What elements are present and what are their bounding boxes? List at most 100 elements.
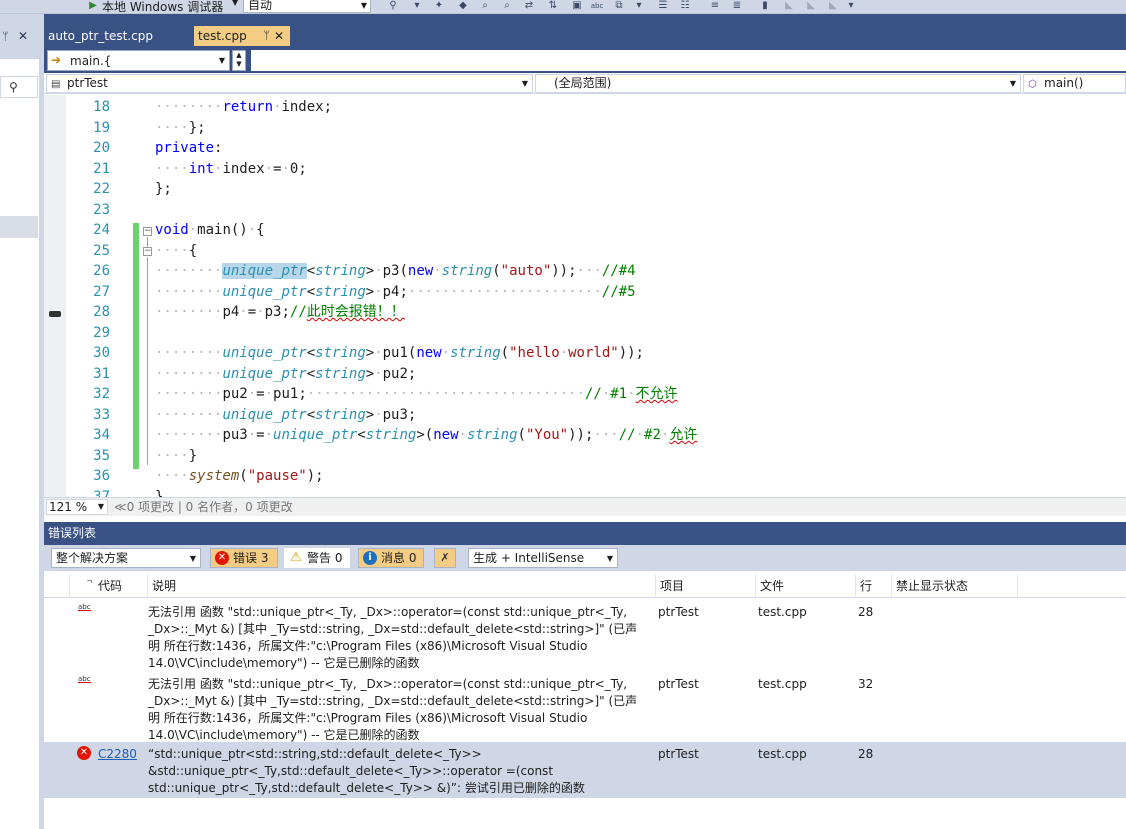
code-line[interactable]: ········pu2·=·pu1;······················…: [155, 384, 678, 405]
error-file: test.cpp: [758, 605, 807, 619]
line-number: 19: [93, 119, 110, 136]
left-selected-item[interactable]: [0, 216, 38, 238]
tab-label: auto_ptr_test.cpp: [48, 29, 153, 43]
bookmark-prev-icon[interactable]: ◣: [782, 0, 796, 12]
code-line[interactable]: ····{: [155, 241, 197, 262]
bookmark-next-icon[interactable]: ◣: [804, 0, 818, 12]
toolbar-tool-icon[interactable]: ⚲: [386, 0, 400, 12]
code-line[interactable]: private:: [155, 138, 222, 159]
error-line: 28: [858, 747, 874, 761]
member-dropdown[interactable]: ⬡ main(): [1023, 74, 1126, 93]
pin-icon[interactable]: ᛘ: [2, 30, 9, 43]
find-input[interactable]: ➔ main.{ ▼: [47, 50, 230, 71]
toolbar-tool-icon[interactable]: ▣: [570, 0, 584, 12]
toolbar-tool-icon[interactable]: ◆: [456, 0, 470, 12]
tab-auto-ptr-test[interactable]: auto_ptr_test.cpp: [44, 26, 194, 46]
codelens-summary[interactable]: ≪0 项更改 | 0 名作者，0 项更改: [114, 499, 293, 515]
line-number: 29: [93, 324, 110, 341]
column-header-suppression[interactable]: 禁止显示状态: [892, 574, 1018, 598]
info-icon: i: [363, 551, 377, 565]
toolbar-overflow-icon[interactable]: ▾: [844, 0, 858, 12]
column-suppress-label: 禁止显示状态: [896, 579, 969, 593]
warnings-toggle-button[interactable]: ⚠ 警告 0: [284, 548, 350, 568]
code-editor[interactable]: − − ········return·index; ····}; private: ·…: [44, 95, 1126, 497]
column-header-empty[interactable]: [44, 574, 70, 598]
zoom-dropdown[interactable]: 121 % ▼: [46, 499, 108, 515]
scope-filter-dropdown[interactable]: 整个解决方案 ▼: [51, 548, 201, 568]
uncomment-icon[interactable]: ≣: [730, 0, 744, 12]
pin-icon[interactable]: ᛘ: [263, 26, 270, 46]
close-icon[interactable]: ✕: [274, 26, 284, 46]
column-header-file[interactable]: 文件: [756, 574, 856, 598]
code-line[interactable]: ····int·index·=·0;: [155, 159, 307, 180]
code-line[interactable]: ····};: [155, 118, 206, 139]
find-bar-area: [251, 50, 1126, 71]
collapse-icon[interactable]: −: [143, 247, 152, 256]
messages-toggle-button[interactable]: i 消息 0: [358, 548, 424, 568]
code-line[interactable]: ········p4·=·p3;//此时会报错！！: [155, 302, 405, 323]
find-icon[interactable]: ⌕: [500, 0, 514, 12]
main-toolbar: ▶ 本地 Windows 调试器 ▼ 自动 ▼ ⚲ ▾ ✦ ◆ ⌕ ⌕ ⇄ ⇅ …: [0, 0, 1126, 14]
code-line[interactable]: ········return·index;: [155, 97, 332, 118]
column-desc-label: 说明: [152, 579, 177, 593]
column-header-code[interactable]: ᆨ 代码: [70, 574, 148, 598]
code-line[interactable]: ········unique_ptr<string>·p4;··········…: [155, 282, 636, 303]
toolbar-tool-icon[interactable]: ⇄: [522, 0, 536, 12]
scope-dropdown[interactable]: (全局范围) ▼: [535, 74, 1021, 93]
error-project: ptrTest: [658, 605, 699, 619]
chevron-down-icon[interactable]: ▼: [219, 56, 225, 65]
toolbar-tool-icon[interactable]: ☰: [656, 0, 670, 12]
source-filter-dropdown[interactable]: 生成 + IntelliSense ▼: [468, 548, 618, 568]
chevron-down-icon[interactable]: ▼: [232, 0, 238, 7]
line-number: 20: [93, 140, 110, 156]
code-line[interactable]: ········unique_ptr<string>·pu1(new·strin…: [155, 343, 644, 364]
error-code-link[interactable]: C2280: [98, 746, 137, 763]
code-line[interactable]: ····}: [155, 446, 197, 467]
solution-config-dropdown[interactable]: 自动 ▼: [243, 0, 371, 13]
error-row[interactable]: abc 无法引用 函数 "std::unique_ptr<_Ty, _Dx>::…: [44, 598, 1126, 670]
code-line[interactable]: }: [155, 487, 163, 498]
code-line[interactable]: ········pu3·=·unique_ptr<string>(new·str…: [155, 425, 697, 446]
column-header-line[interactable]: 行: [856, 574, 892, 598]
bookmark-clear-icon[interactable]: ◣: [826, 0, 840, 12]
debugger-label[interactable]: 本地 Windows 调试器: [102, 0, 223, 13]
filter-icon[interactable]: ✗: [434, 548, 456, 568]
find-icon[interactable]: ⌕: [478, 0, 492, 12]
column-project-label: 项目: [660, 579, 685, 593]
document-tab-bar: auto_ptr_test.cpp test.cpp ᛘ ✕: [44, 14, 1126, 46]
method-icon: ⬡: [1028, 79, 1037, 90]
close-icon[interactable]: ✕: [18, 29, 28, 43]
toolbar-tool-icon[interactable]: ▾: [410, 0, 424, 12]
error-row-selected[interactable]: ✕ C2280 “std::unique_ptr<std::string,std…: [44, 742, 1126, 798]
toolbar-tool-icon[interactable]: ⇅: [546, 0, 560, 12]
start-debug-icon[interactable]: ▶: [86, 0, 100, 12]
find-stepper[interactable]: ▲ ▼: [232, 50, 246, 71]
bookmark-icon[interactable]: ▮: [758, 0, 772, 12]
project-dropdown[interactable]: ▤ ptrTest ▼: [46, 74, 533, 93]
code-line[interactable]: };: [155, 179, 172, 200]
line-number: 28: [93, 304, 110, 320]
line-number: 27: [93, 283, 110, 300]
code-line[interactable]: ········unique_ptr<string>·pu3;: [155, 405, 416, 426]
toolbar-tool-icon[interactable]: ▾: [632, 0, 646, 12]
comment-icon[interactable]: ≡: [708, 0, 722, 12]
code-line[interactable]: ········unique_ptr<string>·p3(new·string…: [155, 261, 636, 282]
indicator-margin[interactable]: [44, 95, 66, 497]
errors-toggle-button[interactable]: ✕ 错误 3: [210, 548, 278, 568]
line-number: 37: [93, 488, 110, 498]
toolbar-tool-icon[interactable]: ☷: [678, 0, 692, 12]
source-filter-value: 生成 + IntelliSense: [473, 551, 585, 565]
error-row[interactable]: abc 无法引用 函数 "std::unique_ptr<_Ty, _Dx>::…: [44, 670, 1126, 742]
code-line[interactable]: ····system("pause");: [155, 466, 324, 487]
collapse-icon[interactable]: −: [143, 227, 152, 236]
code-line[interactable]: void·main()·{: [155, 220, 265, 241]
toolbar-tool-icon[interactable]: ✦: [432, 0, 446, 12]
column-header-description[interactable]: 说明: [148, 574, 656, 598]
spell-check-icon[interactable]: abc: [590, 0, 604, 12]
tab-test-cpp[interactable]: test.cpp ᛘ ✕: [194, 26, 290, 46]
toolbar-tool-icon[interactable]: ⧉: [612, 0, 626, 12]
left-search-box[interactable]: ⚲: [0, 76, 38, 98]
code-line[interactable]: ········unique_ptr<string>·pu2;: [155, 364, 416, 385]
line-number: 18: [93, 99, 110, 115]
column-header-project[interactable]: 项目: [656, 574, 756, 598]
